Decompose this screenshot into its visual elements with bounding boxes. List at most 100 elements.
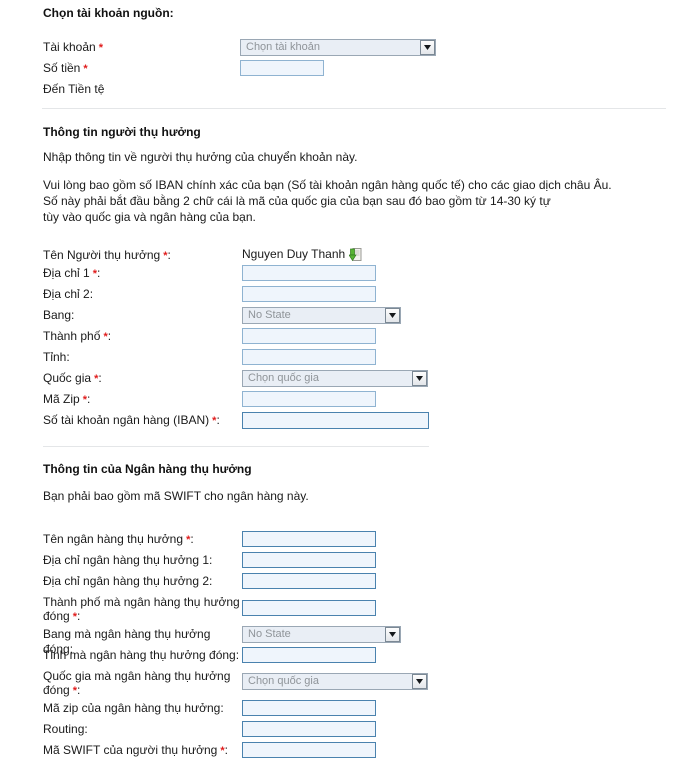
input-bank-province[interactable] [242,647,376,663]
label-amount-text: Số tiền [43,61,81,75]
label-bank-address1: Địa chỉ ngân hàng thụ hưởng 1: [43,552,242,568]
beneficiary-section-title: Thông tin người thụ hưởng [43,125,201,139]
transfer-form-page: Chọn tài khoản nguồn: Tài khoản * Chọn t… [0,0,700,777]
label-colon: : [84,722,88,736]
label-bank-name: Tên ngân hàng thụ hưởng *: [43,531,242,548]
select-source-account[interactable]: Chọn tài khoản [240,39,436,56]
field-row-bank-province: Tỉnh mà ngân hàng thụ hưởng đóng: [43,647,473,663]
field-row-bank-city: Thành phố mà ngân hàng thụ hưởng đóng *: [43,594,473,624]
input-bank-name[interactable] [242,531,376,547]
field-row-bank-name: Tên ngân hàng thụ hưởng *: [43,531,473,548]
label-colon: : [167,248,171,262]
label-beneficiary-name: Tên Người thụ hưởng *: [43,247,242,264]
input-city[interactable] [242,328,376,344]
input-iban[interactable] [242,412,429,429]
label-country-text: Quốc gia [43,371,92,385]
label-target-currency: Đến Tiền tệ [43,82,105,96]
required-marker: * [69,685,78,697]
divider-source [42,108,666,109]
value-beneficiary-name-text: Nguyen Duy Thanh [242,247,346,261]
label-colon: : [235,648,240,662]
source-section-title: Chọn tài khoản nguồn: [43,6,174,21]
label-country: Quốc gia *: [43,370,242,387]
label-address2: Địa chỉ 2: [43,286,242,302]
chevron-down-icon[interactable] [412,674,427,689]
label-bank-address2-text: Địa chỉ ngân hàng thụ hưởng 2 [43,574,210,588]
input-bank-city[interactable] [242,600,376,616]
label-bank-country: Quốc gia mà ngân hàng thụ hưởng đóng *: [43,668,242,698]
input-zip[interactable] [242,391,376,407]
bank-section-title: Thông tin của Ngân hàng thụ hưởng [43,462,252,476]
select-state-value: No State [248,309,291,321]
chevron-down-icon[interactable] [385,627,400,642]
select-bank-country[interactable]: Chọn quốc gia [242,673,428,690]
label-colon: : [77,683,81,697]
field-row-province: Tỉnh: [43,349,473,365]
chevron-down-icon[interactable] [412,371,427,386]
required-marker: * [79,394,88,406]
field-row-address1: Địa chỉ 1 *: [43,265,473,282]
field-row-bank-address1: Địa chỉ ngân hàng thụ hưởng 1: [43,552,473,568]
input-bank-address1[interactable] [242,552,376,568]
select-bank-state[interactable]: No State [242,626,401,643]
field-row-address2: Địa chỉ 2: [43,286,473,302]
label-city-text: Thành phố [43,329,101,343]
required-marker: * [100,331,108,343]
input-address2[interactable] [242,286,376,302]
label-amount: Số tiền * [43,60,240,77]
import-contact-icon[interactable] [348,247,362,262]
iban-note-line-1: Vui lòng bao gồm số IBAN chính xác của b… [43,178,612,192]
field-row-zip: Mã Zip *: [43,391,473,408]
field-row-state: Bang: No State [43,307,473,324]
label-state-text: Bang [43,308,72,322]
label-colon: : [216,413,220,427]
label-bank-zip-text: Mã zip của ngân hàng thụ hưởng [43,701,221,715]
required-marker: * [95,42,104,54]
label-bank-name-text: Tên ngân hàng thụ hưởng [43,532,184,546]
required-marker: * [217,745,225,757]
label-zip: Mã Zip *: [43,391,242,408]
label-swift: Mã SWIFT của người thụ hưởng *: [43,742,242,759]
field-row-bank-country: Quốc gia mà ngân hàng thụ hưởng đóng *: … [43,668,483,698]
input-routing[interactable] [242,721,376,737]
label-address2-text: Địa chỉ 2 [43,287,90,301]
label-province-text: Tỉnh [43,350,67,364]
label-bank-city: Thành phố mà ngân hàng thụ hưởng đóng *: [43,594,242,624]
label-bank-zip: Mã zip của ngân hàng thụ hưởng: [43,700,242,716]
divider-beneficiary [43,446,429,447]
label-colon: : [89,287,94,301]
beneficiary-intro-text: Nhập thông tin về người thụ hưởng của ch… [43,150,358,164]
bank-intro-text: Bạn phải bao gồm mã SWIFT cho ngân hàng … [43,489,309,503]
select-source-account-value: Chọn tài khoản [246,41,320,53]
select-state[interactable]: No State [242,307,401,324]
input-province[interactable] [242,349,376,365]
label-colon: : [209,574,213,588]
label-city: Thành phố *: [43,328,242,345]
field-row-swift: Mã SWIFT của người thụ hưởng *: [43,742,473,759]
label-routing-text: Routing [43,722,85,736]
input-bank-zip[interactable] [242,700,376,716]
input-amount[interactable] [240,60,324,76]
field-row-bank-zip: Mã zip của ngân hàng thụ hưởng: [43,700,473,716]
label-colon: : [87,392,91,406]
required-marker: * [89,268,98,280]
label-state: Bang: [43,307,242,323]
label-bank-province-text: Tỉnh mà ngân hàng thụ hưởng đóng [43,648,236,662]
label-colon: : [190,532,194,546]
chevron-down-icon[interactable] [420,40,435,55]
label-province: Tỉnh: [43,349,242,365]
label-routing: Routing: [43,721,242,737]
input-bank-address2[interactable] [242,573,376,589]
label-zip-text: Mã Zip [43,392,80,406]
value-beneficiary-name: Nguyen Duy Thanh [242,247,362,262]
chevron-down-icon[interactable] [385,308,400,323]
label-colon: : [220,701,224,715]
field-row-beneficiary-name: Tên Người thụ hưởng *: Nguyen Duy Thanh [43,247,473,264]
select-country-value: Chọn quốc gia [248,372,319,384]
label-colon: : [97,266,101,280]
label-bank-province: Tỉnh mà ngân hàng thụ hưởng đóng: [43,647,242,663]
select-country[interactable]: Chọn quốc gia [242,370,428,387]
input-address1[interactable] [242,265,376,281]
label-colon: : [66,350,70,364]
input-swift[interactable] [242,742,376,758]
